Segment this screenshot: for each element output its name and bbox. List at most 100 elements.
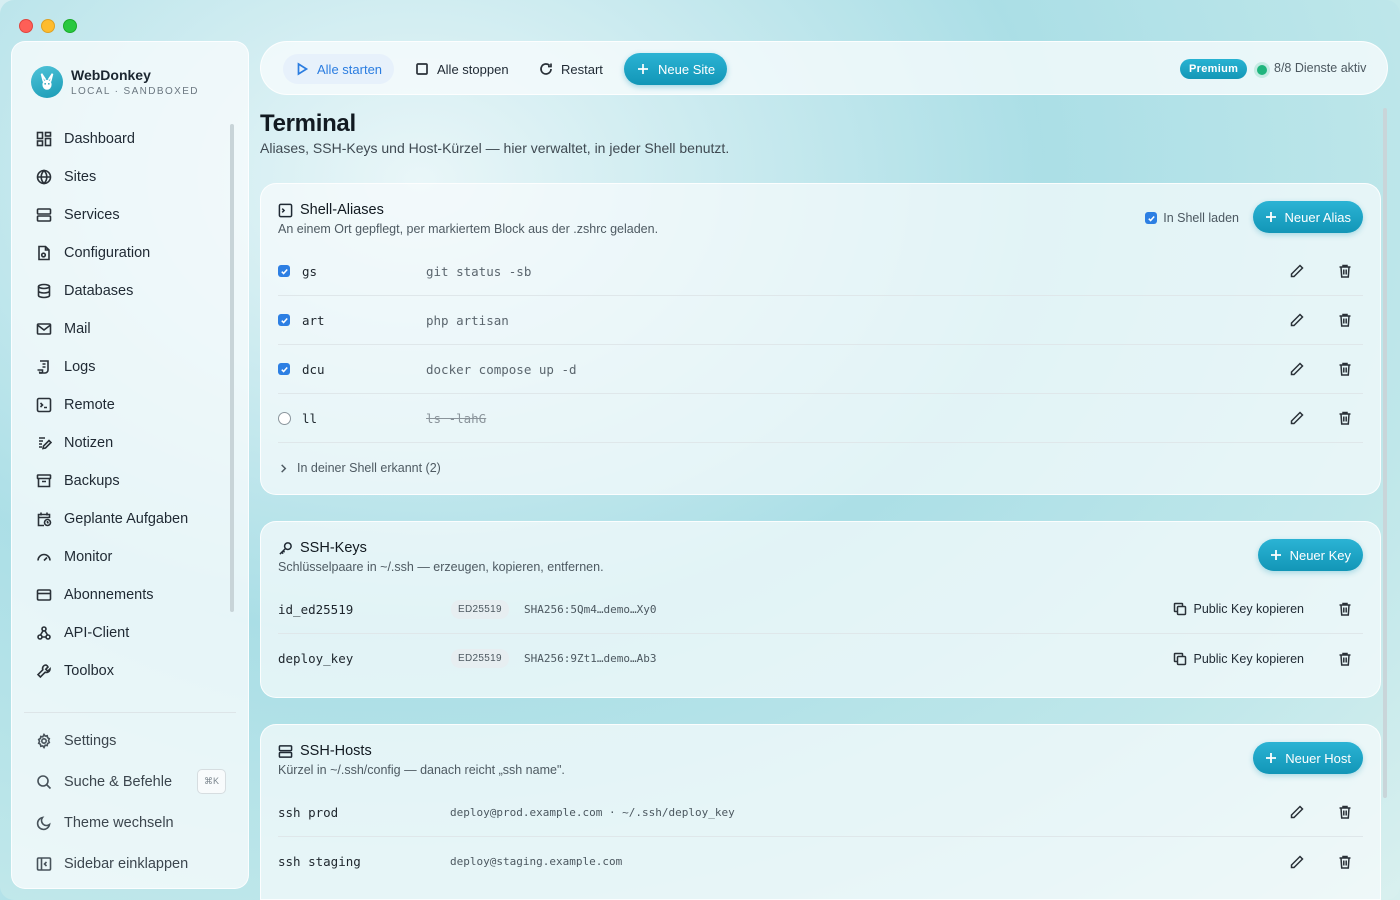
sidebar-item-mail[interactable]: Mail xyxy=(24,310,224,348)
pencil-icon xyxy=(1290,264,1304,278)
sidebar-item-label: Mail xyxy=(64,321,91,337)
minimize-window-button[interactable] xyxy=(41,19,55,33)
alias-enabled-checkbox[interactable] xyxy=(278,411,291,425)
pencil-icon xyxy=(1290,313,1304,327)
alias-name: dcu xyxy=(302,361,325,377)
card-title: Shell-Aliases xyxy=(300,202,384,218)
alias-enabled-checkbox[interactable] xyxy=(278,314,290,326)
sidebar-item-label: Databases xyxy=(64,283,134,299)
restart-button[interactable]: Restart xyxy=(527,54,615,84)
key-type-badge: ED25519 xyxy=(451,649,509,668)
alias-command: php artisan xyxy=(426,312,509,328)
card-title: SSH-Hosts xyxy=(300,743,372,759)
donkey-logo-icon xyxy=(31,66,63,98)
main-scrollbar[interactable] xyxy=(1383,108,1387,798)
page-title: Terminal xyxy=(260,110,356,137)
brand[interactable]: WebDonkey LOCAL · SANDBOXED xyxy=(31,66,199,98)
theme-toggle-button[interactable]: Theme wechseln xyxy=(24,802,238,843)
page-subtitle: Aliases, SSH-Keys und Host-Kürzel — hier… xyxy=(260,140,730,156)
copy-public-key-button[interactable]: Public Key kopieren xyxy=(1173,602,1304,616)
copy-public-key-button[interactable]: Public Key kopieren xyxy=(1173,652,1304,666)
database-icon xyxy=(37,283,51,299)
moon-icon xyxy=(36,815,51,830)
trash-icon xyxy=(1339,264,1351,278)
new-key-button[interactable]: Neuer Key xyxy=(1257,539,1363,571)
alias-enabled-checkbox[interactable] xyxy=(278,363,290,375)
new-host-button[interactable]: Neuer Host xyxy=(1253,742,1363,774)
host-alias: ssh prod xyxy=(278,804,339,820)
alias-row: ll ls -lahG xyxy=(278,394,1363,443)
new-host-label: Neuer Host xyxy=(1285,750,1351,766)
zoom-window-button[interactable] xyxy=(63,19,77,33)
edit-host-button[interactable] xyxy=(1289,804,1305,820)
sidebar-item-label: Dashboard xyxy=(64,131,135,147)
new-alias-button[interactable]: Neuer Alias xyxy=(1252,201,1363,233)
play-icon xyxy=(297,62,309,76)
pencil-icon xyxy=(1290,805,1304,819)
key-type-badge: ED25519 xyxy=(451,599,509,619)
sidebar-item-geplante-aufgaben[interactable]: Geplante Aufgaben xyxy=(24,500,224,538)
host-target: deploy@prod.example.com · ~/.ssh/deploy_… xyxy=(450,805,735,819)
sidebar-item-remote[interactable]: Remote xyxy=(24,386,224,424)
sidebar-scrollbar[interactable] xyxy=(230,124,234,612)
pencil-icon xyxy=(1290,854,1304,868)
delete-key-button[interactable] xyxy=(1337,601,1353,617)
sidebar-item-logs[interactable]: Logs xyxy=(24,348,224,386)
edit-alias-button[interactable] xyxy=(1289,263,1305,279)
delete-alias-button[interactable] xyxy=(1337,263,1353,279)
edit-alias-button[interactable] xyxy=(1289,312,1305,328)
key-fingerprint: SHA256:5Qm4…demo…Xy0 xyxy=(524,602,657,616)
delete-alias-button[interactable] xyxy=(1337,410,1353,426)
sidebar-item-label: Geplante Aufgaben xyxy=(64,511,189,527)
terminal-icon xyxy=(278,203,293,217)
detected-aliases-toggle[interactable]: In deiner Shell erkannt (2) xyxy=(278,461,441,475)
sidebar-item-label: Configuration xyxy=(64,245,151,261)
sidebar-item-toolbox[interactable]: Toolbox xyxy=(24,652,224,690)
terminal-icon xyxy=(36,397,52,413)
load-in-shell-checkbox[interactable]: In Shell laden xyxy=(1145,211,1239,225)
new-key-label: Neuer Key xyxy=(1289,547,1351,563)
sidebar-item-api-client[interactable]: API-Client xyxy=(24,614,224,652)
stop-all-button[interactable]: Alle stoppen xyxy=(403,54,521,84)
key-fingerprint: SHA256:9Zt1…demo…Ab3 xyxy=(524,652,657,665)
delete-key-button[interactable] xyxy=(1337,651,1353,667)
delete-host-button[interactable] xyxy=(1337,854,1353,870)
start-all-button[interactable]: Alle starten xyxy=(283,54,395,84)
card-description: Schlüsselpaare in ~/.ssh — erzeugen, kop… xyxy=(278,560,604,574)
sidebar-item-sites[interactable]: Sites xyxy=(24,158,224,196)
checkbox-checked-icon[interactable] xyxy=(1145,212,1158,224)
window-controls xyxy=(19,19,77,33)
delete-alias-button[interactable] xyxy=(1337,312,1353,328)
sidebar-item-services[interactable]: Services xyxy=(24,196,224,234)
alias-enabled-checkbox[interactable] xyxy=(278,265,290,277)
sidebar-item-notizen[interactable]: Notizen xyxy=(24,424,224,462)
settings-button[interactable]: Settings xyxy=(24,720,238,761)
sidebar-item-label: Backups xyxy=(64,473,120,489)
edit-host-button[interactable] xyxy=(1289,854,1305,870)
search-commands-button[interactable]: Suche & Befehle ⌘K xyxy=(24,761,238,802)
collapse-sidebar-button[interactable]: Sidebar einklappen xyxy=(24,843,238,884)
sidebar-item-monitor[interactable]: Monitor xyxy=(24,538,224,576)
sidebar-item-databases[interactable]: Databases xyxy=(24,272,224,310)
edit-alias-button[interactable] xyxy=(1289,361,1305,377)
new-site-button[interactable]: Neue Site xyxy=(624,53,728,85)
sidebar-item-label: Notizen xyxy=(64,435,114,451)
sidebar-item-backups[interactable]: Backups xyxy=(24,462,224,500)
app-subtitle: LOCAL · SANDBOXED xyxy=(71,86,199,97)
ssh-keys-card: SSH-Keys Schlüsselpaare in ~/.ssh — erze… xyxy=(260,521,1381,698)
sidebar-item-dashboard[interactable]: Dashboard xyxy=(24,120,224,158)
close-window-button[interactable] xyxy=(19,19,33,33)
sidebar-item-configuration[interactable]: Configuration xyxy=(24,234,224,272)
edit-alias-button[interactable] xyxy=(1289,410,1305,426)
delete-host-button[interactable] xyxy=(1337,804,1353,820)
app-window: WebDonkey LOCAL · SANDBOXED Dashboard Si… xyxy=(0,0,1400,900)
mail-icon xyxy=(36,323,52,335)
logs-icon xyxy=(37,360,49,374)
sidebar-item-abonnements[interactable]: Abonnements xyxy=(24,576,224,614)
sidebar-collapse-icon xyxy=(36,856,52,871)
delete-alias-button[interactable] xyxy=(1337,361,1353,377)
theme-label: Theme wechseln xyxy=(64,814,174,831)
settings-label: Settings xyxy=(64,732,117,749)
sidebar-item-label: Services xyxy=(64,207,120,223)
card-title: SSH-Keys xyxy=(300,540,367,556)
